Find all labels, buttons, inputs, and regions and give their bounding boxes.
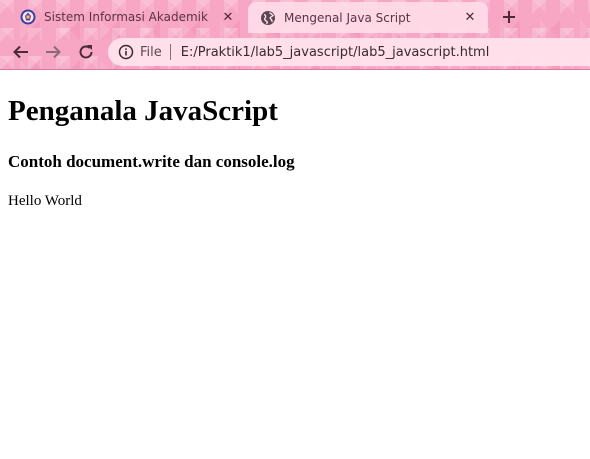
- university-logo-icon: [20, 9, 36, 25]
- toolbar: File E:/Praktik1/lab5_javascript/lab5_ja…: [0, 34, 590, 70]
- new-tab-button[interactable]: [498, 6, 520, 28]
- close-tab-icon[interactable]: ✕: [220, 9, 236, 25]
- scheme-label: File: [140, 44, 162, 60]
- info-icon[interactable]: [118, 44, 134, 60]
- plus-icon: [503, 11, 515, 23]
- reload-button[interactable]: [73, 39, 99, 65]
- address-bar[interactable]: File E:/Praktik1/lab5_javascript/lab5_ja…: [108, 38, 590, 66]
- url-text[interactable]: E:/Praktik1/lab5_javascript/lab5_javascr…: [181, 45, 490, 60]
- tab-mengenal-java-script[interactable]: Mengenal Java Script ✕: [248, 2, 488, 33]
- tab-title: Mengenal Java Script: [284, 10, 411, 25]
- page-heading: Penganala JavaScript: [8, 95, 278, 127]
- browser-chrome: Sistem Informasi Akademik ✕ Mengenal Jav…: [0, 0, 590, 70]
- tab-title: Sistem Informasi Akademik: [44, 10, 208, 24]
- reload-icon: [79, 45, 93, 59]
- back-button[interactable]: [8, 39, 34, 65]
- page-subheading: Contoh document.write dan console.log: [8, 152, 295, 171]
- forward-button[interactable]: [40, 39, 66, 65]
- forward-arrow-icon: [46, 45, 61, 59]
- back-arrow-icon: [13, 45, 28, 59]
- tab-sistem-informasi-akademik[interactable]: Sistem Informasi Akademik ✕: [8, 2, 246, 32]
- body-text: Hello World: [8, 193, 82, 209]
- divider: [0, 69, 590, 70]
- close-tab-icon[interactable]: ✕: [462, 10, 478, 26]
- globe-icon: [260, 10, 276, 26]
- divider: [169, 44, 171, 60]
- page-content: Penganala JavaScript Contoh document.wri…: [0, 71, 590, 459]
